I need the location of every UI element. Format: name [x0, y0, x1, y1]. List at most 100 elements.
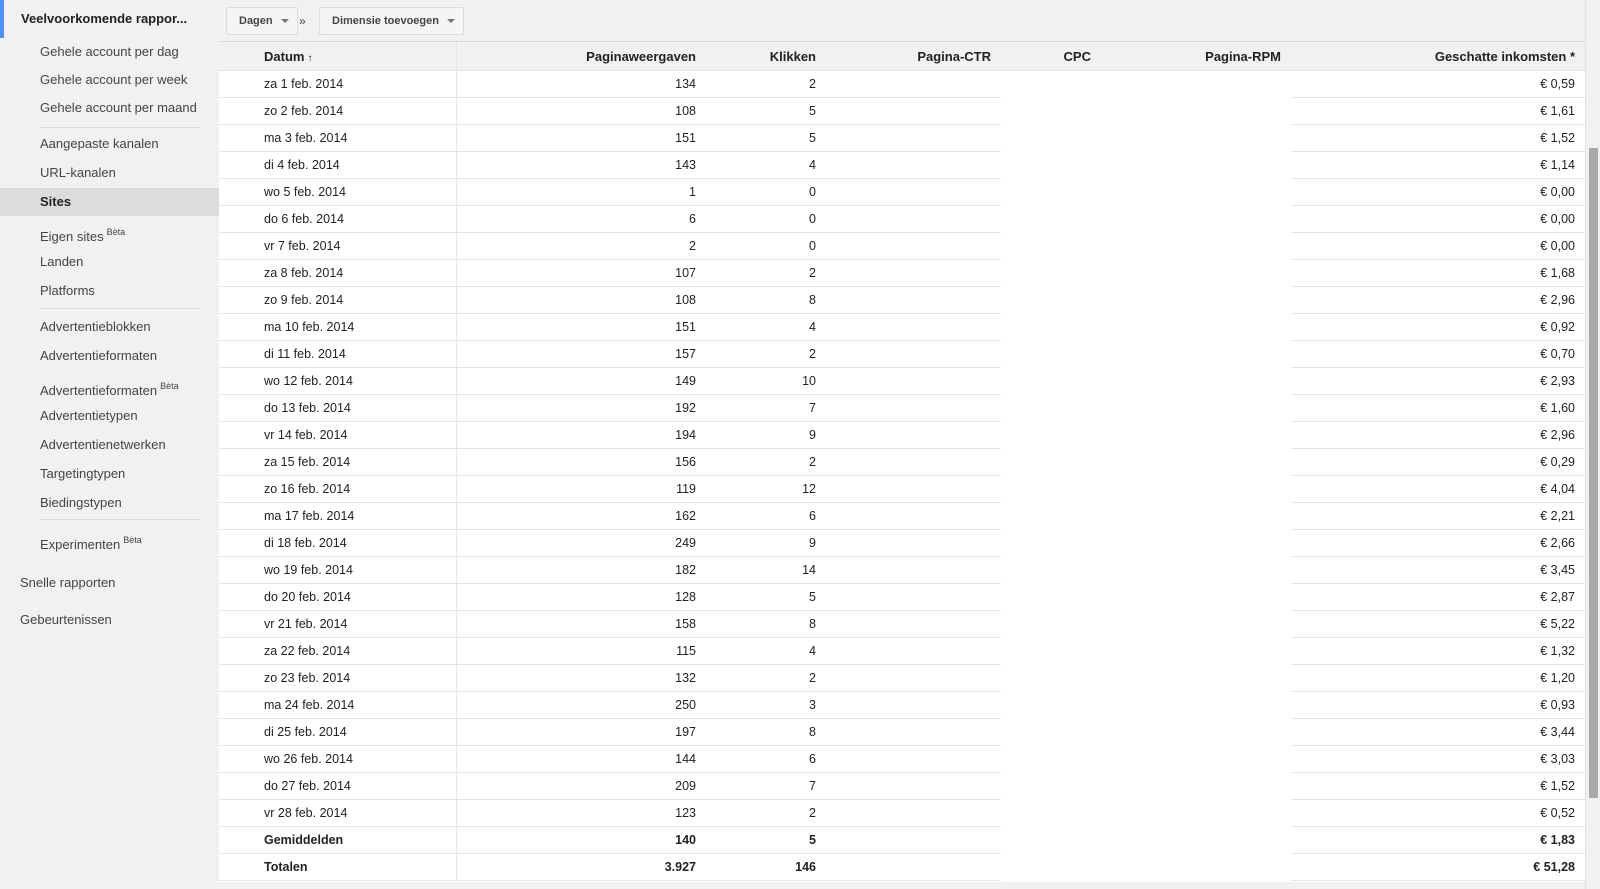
column-header-pageviews[interactable]: Paginaweergaven: [456, 42, 706, 71]
cell-page-ctr: [826, 232, 1001, 260]
cell-page-ctr: [826, 448, 1001, 476]
cell-cpc: [1001, 395, 1101, 422]
cell-clicks: 5: [706, 97, 826, 125]
sidebar-item-url-channels[interactable]: URL-kanalen: [0, 159, 219, 187]
vertical-scrollbar[interactable]: [1585, 0, 1600, 889]
cell-estimated-earnings: € 2,66: [1291, 529, 1585, 557]
cell-cpc: [1001, 800, 1101, 827]
beta-badge: Bèta: [106, 227, 126, 237]
cell-page-ctr: [826, 826, 1001, 854]
cell-clicks: 4: [706, 637, 826, 665]
cell-pageviews: 162: [456, 502, 706, 530]
cell-page-ctr: [826, 556, 1001, 584]
cell-date: za 8 feb. 2014: [219, 259, 457, 287]
cell-page-ctr: [826, 583, 1001, 611]
column-header-cpc[interactable]: CPC: [1001, 42, 1101, 71]
cell-page-rpm: [1101, 665, 1291, 692]
sidebar-item-label: URL-kanalen: [40, 165, 116, 180]
sidebar-item-platforms[interactable]: Platforms: [0, 277, 219, 305]
cell-page-rpm: [1101, 692, 1291, 719]
cell-pageviews: 249: [456, 529, 706, 557]
sidebar-item-account-per-week[interactable]: Gehele account per week: [0, 66, 219, 94]
cell-page-ctr: [826, 610, 1001, 638]
sidebar-item-custom-channels[interactable]: Aangepaste kanalen: [0, 130, 219, 158]
column-header-page-rpm[interactable]: Pagina-RPM: [1101, 42, 1291, 71]
cell-page-ctr: [826, 124, 1001, 152]
cell-page-ctr: [826, 718, 1001, 746]
sidebar-item-ad-sizes-beta[interactable]: Advertentieformaten Bèta: [0, 372, 219, 400]
cell-page-ctr: [826, 178, 1001, 206]
cell-page-rpm: [1101, 422, 1291, 449]
table-row: do 20 feb. 2014 128 5 € 2,87: [219, 583, 1585, 611]
column-header-estimated-earnings[interactable]: Geschatte inkomsten *: [1291, 42, 1585, 71]
cell-clicks: 2: [706, 448, 826, 476]
sidebar-item-label: Experimenten: [40, 537, 121, 552]
cell-page-ctr: [826, 97, 1001, 125]
cell-cpc: [1001, 260, 1101, 287]
cell-date: wo 26 feb. 2014: [219, 745, 457, 773]
table-row: ma 10 feb. 2014 151 4 € 0,92: [219, 313, 1585, 341]
table-row: vr 21 feb. 2014 158 8 € 5,22: [219, 610, 1585, 638]
cell-date: ma 17 feb. 2014: [219, 502, 457, 530]
cell-page-rpm: [1101, 476, 1291, 503]
cell-cpc: [1001, 233, 1101, 260]
table-row: za 15 feb. 2014 156 2 € 0,29: [219, 448, 1585, 476]
breadcrumb-separator: »: [299, 14, 306, 28]
cell-page-rpm: [1101, 449, 1291, 476]
table-row: do 6 feb. 2014 6 0 € 0,00: [219, 205, 1585, 233]
cell-pageviews: 250: [456, 691, 706, 719]
sidebar-section-quick-reports[interactable]: Snelle rapporten: [0, 569, 219, 597]
column-header-page-ctr[interactable]: Pagina-CTR: [826, 42, 1001, 71]
cell-date: Gemiddelden: [219, 826, 457, 854]
add-dimension-label: Dimensie toevoegen: [332, 15, 439, 27]
cell-page-rpm: [1101, 125, 1291, 152]
cell-cpc: [1001, 584, 1101, 611]
days-dropdown-button[interactable]: Dagen: [226, 7, 298, 35]
cell-clicks: 14: [706, 556, 826, 584]
cell-clicks: 0: [706, 205, 826, 233]
cell-page-rpm: [1101, 71, 1291, 98]
cell-clicks: 2: [706, 259, 826, 287]
cell-page-ctr: [826, 205, 1001, 233]
cell-pageviews: 3.927: [456, 853, 706, 881]
sidebar-item-account-per-month[interactable]: Gehele account per maand: [0, 94, 219, 122]
sidebar-item-label: Gehele account per week: [40, 72, 188, 87]
cell-clicks: 7: [706, 394, 826, 422]
sidebar-item-ad-sizes[interactable]: Advertentieformaten: [0, 342, 219, 370]
sidebar-item-countries[interactable]: Landen: [0, 248, 219, 276]
cell-estimated-earnings: € 1,32: [1291, 637, 1585, 665]
cell-clicks: 12: [706, 475, 826, 503]
cell-estimated-earnings: € 4,04: [1291, 475, 1585, 503]
cell-clicks: 2: [706, 70, 826, 98]
scrollbar-thumb[interactable]: [1589, 148, 1598, 798]
sidebar-item-own-sites[interactable]: Eigen sites Bèta: [0, 218, 219, 246]
cell-page-ctr: [826, 151, 1001, 179]
cell-date: di 11 feb. 2014: [219, 340, 457, 368]
sidebar-item-experiments[interactable]: Experimenten Bèta: [0, 526, 219, 554]
sidebar-title-common-reports[interactable]: Veelvoorkomende rappor...: [0, 0, 219, 38]
add-dimension-dropdown-button[interactable]: Dimensie toevoegen: [319, 7, 464, 35]
sidebar-item-ad-types[interactable]: Advertentietypen: [0, 402, 219, 430]
sidebar-item-label: Aangepaste kanalen: [40, 136, 159, 151]
cell-estimated-earnings: € 1,61: [1291, 97, 1585, 125]
sidebar-section-events[interactable]: Gebeurtenissen: [0, 606, 219, 634]
cell-cpc: [1001, 719, 1101, 746]
sidebar-item-sites[interactable]: Sites: [0, 188, 219, 216]
cell-date: di 18 feb. 2014: [219, 529, 457, 557]
chevron-down-icon: [446, 19, 455, 23]
table-row: di 25 feb. 2014 197 8 € 3,44: [219, 718, 1585, 746]
column-header-date[interactable]: Datum ↑: [219, 42, 457, 71]
cell-cpc: [1001, 611, 1101, 638]
cell-clicks: 2: [706, 340, 826, 368]
sidebar-item-ad-networks[interactable]: Advertentienetwerken: [0, 431, 219, 459]
cell-estimated-earnings: € 0,00: [1291, 205, 1585, 233]
sidebar-item-ad-units[interactable]: Advertentieblokken: [0, 313, 219, 341]
cell-page-rpm: [1101, 503, 1291, 530]
sidebar-item-targeting-types[interactable]: Targetingtypen: [0, 460, 219, 488]
cell-pageviews: 6: [456, 205, 706, 233]
sidebar-item-label: Sites: [40, 194, 72, 209]
cell-page-ctr: [826, 772, 1001, 800]
sidebar-item-account-per-day[interactable]: Gehele account per dag: [0, 38, 219, 66]
column-header-clicks[interactable]: Klikken: [706, 42, 826, 71]
sidebar-item-bid-types[interactable]: Biedingstypen: [0, 489, 219, 517]
